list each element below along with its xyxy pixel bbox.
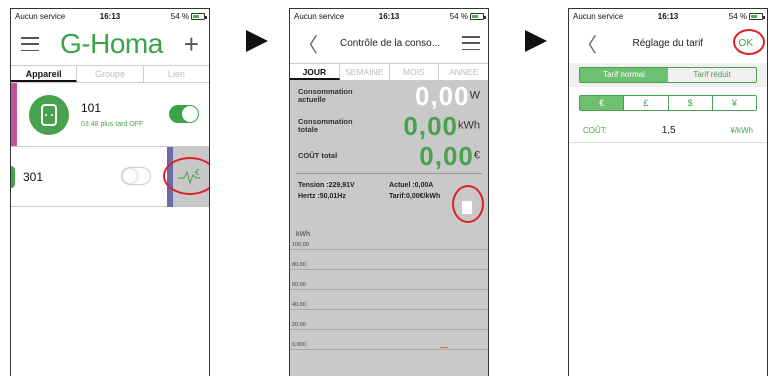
carrier-label: Aucun service [294, 11, 345, 21]
tab-groupe[interactable]: Groupe [77, 66, 144, 82]
tick-label: 0,000 [292, 342, 306, 348]
next-step-arrow-icon [525, 30, 547, 52]
tariff-type-selector: Tarif normal Tarif réduit [579, 67, 757, 83]
chart-bar [440, 347, 448, 348]
tick-label: 100,00 [292, 242, 309, 248]
time-label: 16:13 [657, 11, 679, 21]
tariff-controls: Tarif normal Tarif réduit [569, 63, 767, 87]
tick-label: 80,00 [292, 262, 306, 268]
menu-icon[interactable] [21, 37, 39, 51]
row-label: Consommation actuelle [298, 86, 353, 104]
tab-annee[interactable]: ANNEE [439, 64, 488, 80]
gridline: 20,00 [290, 322, 488, 330]
cost-label: COÛT: [583, 126, 607, 135]
battery-label: 54 % [170, 11, 189, 21]
row-label: COÛT total [298, 150, 338, 160]
status-bar: Aucun service 16:13 54 % [11, 9, 209, 23]
highlight-circle [733, 29, 765, 55]
next-step-arrow-icon [246, 30, 268, 52]
app-header: G-Homa + [11, 23, 209, 65]
row-unit: kWh [458, 119, 480, 132]
row-label: Consommation totale [298, 116, 353, 134]
device-row-101[interactable]: 101 03:48 plus tard OFF [11, 83, 209, 147]
tick-label: 40,00 [292, 302, 306, 308]
add-device-button[interactable]: + [184, 31, 199, 57]
tab-tarif-reduit[interactable]: Tarif réduit [668, 68, 756, 82]
page-title: Réglage du tarif [632, 37, 704, 49]
status-bar: Aucun service 16:13 54 % [290, 9, 488, 23]
tab-appareil[interactable]: Appareil [11, 66, 78, 82]
device-name: 101 [81, 101, 102, 115]
tab-lien[interactable]: Lien [144, 66, 209, 82]
plug-icon [29, 94, 69, 135]
currency-euro[interactable]: € [580, 96, 625, 110]
page-title: Contrôle de la conso... [339, 37, 441, 49]
phone-screen-consumption: Aucun service 16:13 54 % 〈 Contrôle de l… [289, 8, 489, 376]
current-consumption-row: Consommation actuelle 0,00W [290, 81, 488, 111]
battery-icon [469, 12, 486, 20]
tick-label: 20,00 [292, 322, 306, 328]
total-cost-row: COÛT total 0,00€ [290, 141, 488, 171]
cost-unit: ¥/kWh [730, 126, 753, 135]
currency-dollar[interactable]: $ [669, 96, 713, 110]
cost-row: COÛT: 1,5 ¥/kWh [569, 119, 767, 143]
gridline: 0,000 [290, 342, 488, 350]
tab-jour[interactable]: JOUR [290, 64, 340, 80]
back-icon[interactable]: 〈 [298, 29, 318, 58]
device-toggle-on[interactable] [169, 105, 199, 123]
divider [296, 173, 482, 174]
tab-mois[interactable]: MOIS [390, 64, 440, 80]
consumption-chart: kWh 100,00 80,00 60,00 40,00 20,00 0,000 [290, 231, 488, 376]
battery-label: 54 % [728, 11, 747, 21]
gridline: 100,00 [290, 242, 488, 250]
period-tabs: JOUR SEMAINE MOIS ANNEE [290, 63, 488, 81]
highlight-circle [452, 185, 484, 223]
tick-label: 60,00 [292, 282, 306, 288]
hertz-value: Hertz :50,01Hz [298, 193, 346, 200]
device-tabs: Appareil Groupe Lien [11, 65, 209, 83]
consumption-panel: Consommation actuelle 0,00W Consommation… [290, 81, 488, 376]
device-toggle-off[interactable] [121, 167, 151, 185]
device-color-strip [11, 83, 17, 146]
row-value: 0,00 [403, 110, 458, 141]
row-value: 0,00 [419, 140, 474, 171]
carrier-label: Aucun service [15, 11, 66, 21]
device-timer: 03:48 plus tard OFF [81, 121, 144, 128]
row-unit: W [469, 89, 480, 102]
menu-icon[interactable] [462, 36, 480, 50]
app-logo: G-Homa [60, 28, 163, 59]
time-label: 16:13 [378, 11, 400, 21]
battery-icon [748, 12, 765, 20]
gridline: 80,00 [290, 262, 488, 270]
tab-tarif-normal[interactable]: Tarif normal [580, 68, 668, 82]
device-edge-indicator [11, 165, 15, 188]
device-name: 301 [23, 169, 44, 184]
status-bar: Aucun service 16:13 54 % [569, 9, 767, 23]
device-row-301[interactable]: 301 € [11, 147, 209, 207]
gridline: 60,00 [290, 282, 488, 290]
row-unit: € [473, 149, 480, 162]
battery-icon [190, 12, 207, 20]
carrier-label: Aucun service [573, 11, 624, 21]
cost-input[interactable]: 1,5 [662, 125, 676, 136]
phone-screen-tariff: Aucun service 16:13 54 % 〈 Réglage du ta… [568, 8, 768, 376]
time-label: 16:13 [99, 11, 121, 21]
row-value: 0,00 [415, 80, 470, 111]
tab-semaine[interactable]: SEMAINE [340, 64, 390, 80]
phone-screen-devices: Aucun service 16:13 54 % G-Homa + Appare… [10, 8, 210, 376]
currency-pound[interactable]: £ [624, 96, 669, 110]
tariff-header: 〈 Réglage du tarif OK [569, 23, 767, 63]
highlight-circle [163, 157, 209, 195]
consumption-header: 〈 Contrôle de la conso... [290, 23, 488, 63]
total-consumption-row: Consommation totale 0,00kWh [290, 111, 488, 141]
battery-label: 54 % [449, 11, 468, 21]
back-icon[interactable]: 〈 [577, 29, 597, 58]
tension-value: Tension :229,91V [298, 182, 355, 189]
currency-yen[interactable]: ¥ [713, 96, 756, 110]
gridline: 40,00 [290, 302, 488, 310]
chart-ylabel: kWh [296, 231, 310, 238]
currency-selector: € £ $ ¥ [579, 95, 757, 111]
